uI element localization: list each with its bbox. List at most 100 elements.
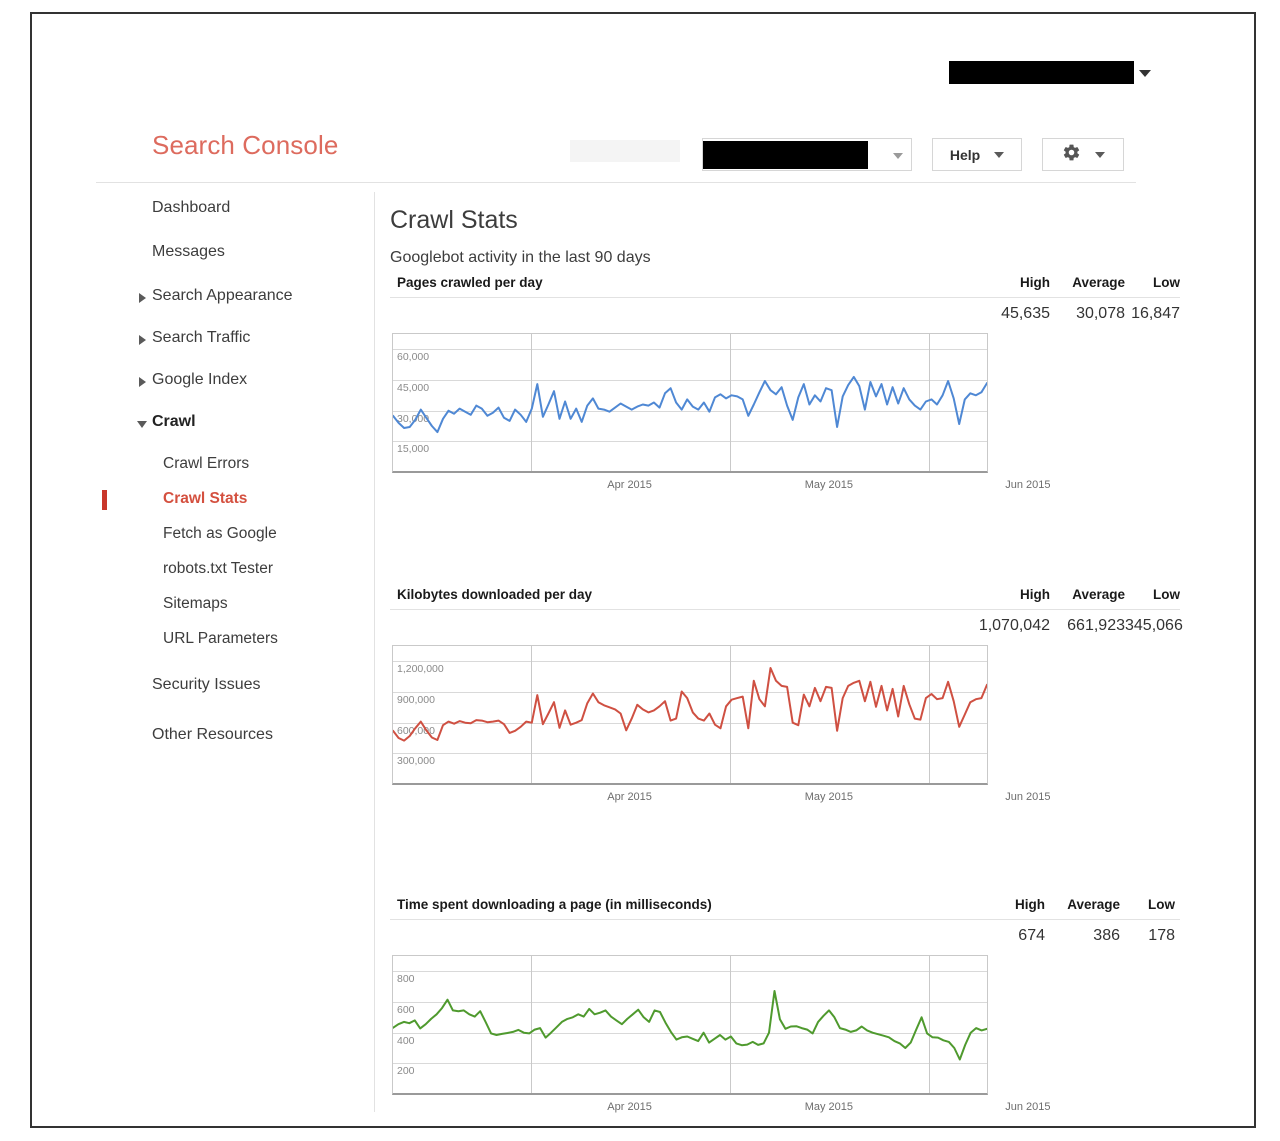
- sidebar-item-label: robots.txt Tester: [163, 560, 273, 577]
- sidebar-item-label: Crawl: [152, 413, 196, 430]
- sidebar-group-crawl[interactable]: Crawl: [32, 406, 374, 438]
- stat-value-high: 674: [1018, 927, 1045, 944]
- stat-value-high: 1,070,042: [978, 617, 1050, 634]
- stat-header-high: High: [1020, 275, 1050, 290]
- sidebar-item-label: Search Traffic: [152, 329, 251, 346]
- property-selector[interactable]: [702, 138, 912, 171]
- chevron-right-icon: [139, 335, 146, 345]
- chart-header: Pages crawled per day High Average Low 4…: [390, 275, 1230, 322]
- chart-kilobytes-downloaded: Kilobytes downloaded per day High Averag…: [390, 587, 1230, 809]
- chart-series-line: [393, 375, 987, 434]
- stat-header-average: Average: [1067, 897, 1120, 912]
- stat-value-average: 30,078: [1076, 305, 1125, 322]
- sidebar-item-label: Dashboard: [152, 199, 231, 216]
- sidebar-item-label: Sitemaps: [163, 595, 228, 612]
- chart-header-divider: [390, 609, 1180, 610]
- chevron-down-icon: [1094, 151, 1105, 158]
- help-button[interactable]: Help: [932, 138, 1022, 171]
- page-title: Crawl Stats: [390, 206, 518, 234]
- account-chip-redacted[interactable]: [949, 61, 1134, 84]
- screenshot-frame: Search Console Help Dashboard Messages S…: [30, 12, 1256, 1128]
- stat-value-high: 45,635: [1001, 305, 1050, 322]
- chevron-right-icon: [139, 377, 146, 387]
- sidebar-item-url-parameters[interactable]: URL Parameters: [32, 623, 374, 655]
- stat-value-average: 661,923: [1067, 617, 1125, 634]
- stat-value-low: 178: [1148, 927, 1175, 944]
- chevron-down-icon[interactable]: [1139, 70, 1151, 77]
- secondary-chip: [570, 140, 680, 162]
- chart-header-divider: [390, 297, 1180, 298]
- sidebar-item-crawl-stats[interactable]: Crawl Stats: [32, 483, 374, 515]
- chart-x-axis: Apr 2015 May 2015 Jun 2015: [392, 473, 1050, 497]
- chart-title: Kilobytes downloaded per day: [397, 587, 593, 602]
- stat-value-average: 386: [1093, 927, 1120, 944]
- chart-plot-area: 800 600 400 200: [392, 955, 988, 1095]
- sidebar-item-label: Other Resources: [152, 726, 273, 743]
- x-axis-tick-label: Jun 2015: [1005, 1101, 1051, 1113]
- x-axis-tick-label: May 2015: [804, 1101, 854, 1113]
- chart-pages-crawled: Pages crawled per day High Average Low 4…: [390, 275, 1230, 497]
- sidebar-group-search-appearance[interactable]: Search Appearance: [32, 280, 374, 312]
- stat-value-low: 16,847: [1131, 305, 1180, 322]
- brand-title[interactable]: Search Console: [152, 130, 338, 161]
- account-bar: [32, 14, 1254, 102]
- sidebar-item-crawl-errors[interactable]: Crawl Errors: [32, 448, 374, 480]
- chart-title: Time spent downloading a page (in millis…: [397, 897, 712, 912]
- gear-icon: [1062, 143, 1081, 167]
- stat-header-low: Low: [1153, 275, 1180, 290]
- sidebar-divider: [374, 192, 375, 1112]
- chevron-right-icon: [139, 293, 146, 303]
- sidebar-item-label: Fetch as Google: [163, 525, 277, 542]
- main-content: Crawl Stats Googlebot activity in the la…: [390, 192, 1230, 1119]
- x-axis-tick-label: Apr 2015: [607, 479, 652, 491]
- sidebar-item-label: Crawl Errors: [163, 455, 250, 472]
- x-axis-tick-label: Jun 2015: [1005, 479, 1051, 491]
- sidebar-item-messages[interactable]: Messages: [32, 236, 374, 268]
- sidebar-item-sitemaps[interactable]: Sitemaps: [32, 588, 374, 620]
- chart-header-divider: [390, 919, 1180, 920]
- chart-header: Time spent downloading a page (in millis…: [390, 897, 1230, 944]
- stat-header-average: Average: [1072, 587, 1125, 602]
- chart-time-downloading: Time spent downloading a page (in millis…: [390, 897, 1230, 1119]
- chevron-down-icon: [893, 153, 903, 159]
- settings-button[interactable]: [1042, 138, 1124, 171]
- stat-header-low: Low: [1148, 897, 1175, 912]
- stat-header-high: High: [1020, 587, 1050, 602]
- x-axis-tick-label: May 2015: [804, 791, 854, 803]
- chevron-down-icon: [137, 421, 147, 428]
- sidebar-group-search-traffic[interactable]: Search Traffic: [32, 322, 374, 354]
- page-subtitle: Googlebot activity in the last 90 days: [390, 249, 651, 266]
- chart-series-line: [393, 667, 987, 742]
- chart-header: Kilobytes downloaded per day High Averag…: [390, 587, 1230, 634]
- sidebar-item-security-issues[interactable]: Security Issues: [32, 669, 374, 701]
- chart-plot-area: 60,000 45,000 30,000 15,000: [392, 333, 988, 473]
- sidebar-item-dashboard[interactable]: Dashboard: [32, 192, 374, 224]
- sidebar-item-label: URL Parameters: [163, 630, 278, 647]
- chevron-down-icon: [994, 151, 1005, 158]
- sidebar-nav: Dashboard Messages Search Appearance Sea…: [32, 192, 374, 763]
- x-axis-tick-label: May 2015: [804, 479, 854, 491]
- stat-header-low: Low: [1153, 587, 1180, 602]
- active-item-marker: [102, 490, 107, 510]
- x-axis-tick-label: Apr 2015: [607, 1101, 652, 1113]
- sidebar-item-robots-txt-tester[interactable]: robots.txt Tester: [32, 553, 374, 585]
- sidebar-item-label: Search Appearance: [152, 287, 293, 304]
- header-divider: [96, 182, 1136, 183]
- property-name-redacted: [703, 141, 868, 169]
- sidebar-item-label: Crawl Stats: [163, 490, 248, 507]
- sidebar-item-label: Google Index: [152, 371, 248, 388]
- chart-plot-area: 1,200,000 900,000 600,000 300,000: [392, 645, 988, 785]
- product-header: Search Console Help: [32, 114, 1254, 180]
- sidebar-item-label: Security Issues: [152, 676, 261, 693]
- sidebar-group-google-index[interactable]: Google Index: [32, 364, 374, 396]
- x-axis-tick-label: Jun 2015: [1005, 791, 1051, 803]
- chart-title: Pages crawled per day: [397, 275, 543, 290]
- stat-header-high: High: [1015, 897, 1045, 912]
- sidebar-item-fetch-as-google[interactable]: Fetch as Google: [32, 518, 374, 550]
- chart-x-axis: Apr 2015 May 2015 Jun 2015: [392, 1095, 1050, 1119]
- sidebar-item-label: Messages: [152, 243, 225, 260]
- stat-value-low: 345,066: [1125, 617, 1183, 634]
- chart-series-line: [393, 990, 987, 1061]
- chart-x-axis: Apr 2015 May 2015 Jun 2015: [392, 785, 1050, 809]
- sidebar-item-other-resources[interactable]: Other Resources: [32, 719, 374, 751]
